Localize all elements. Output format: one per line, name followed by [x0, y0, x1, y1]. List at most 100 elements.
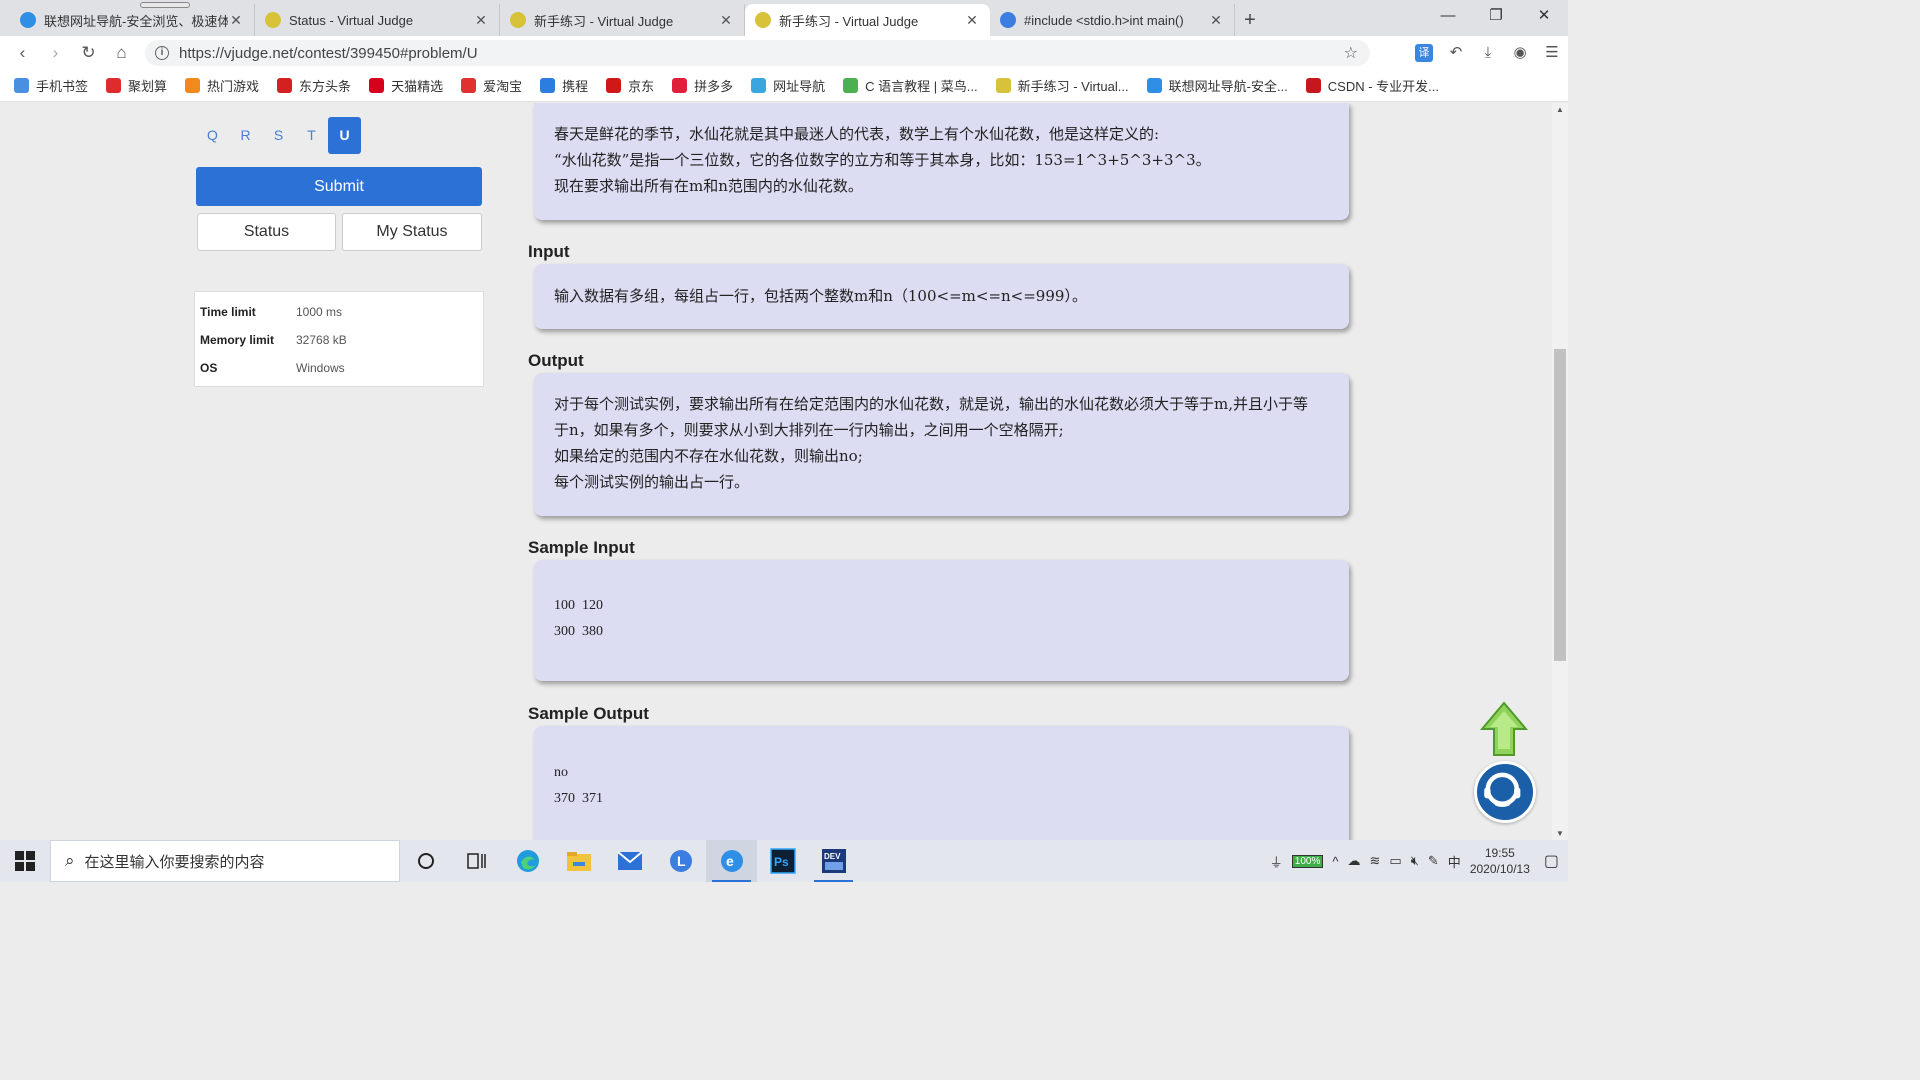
site-info-icon[interactable]: i [155, 46, 169, 60]
tab-close-icon[interactable]: ✕ [473, 12, 489, 29]
problem-page: QRSTU Submit Status My Status Time limit… [0, 103, 1552, 840]
download-icon[interactable]: ⤓ [1472, 40, 1504, 66]
battery-icon[interactable]: ▭ [1389, 853, 1401, 869]
chevron-up-icon[interactable]: ^ [1332, 854, 1338, 869]
address-bar[interactable]: i https://vjudge.net/contest/399450#prob… [145, 40, 1370, 66]
dev-cpp-icon[interactable]: DEV [808, 840, 859, 882]
cloud-icon[interactable]: ☁ [1347, 853, 1360, 869]
window-controls: — ❐ ✕ [1424, 0, 1568, 32]
photoshop-icon[interactable]: Ps [757, 840, 808, 882]
bookmark-item[interactable]: C 语言教程 | 菜鸟... [843, 76, 978, 95]
scrollbar-thumb[interactable] [1554, 349, 1566, 661]
forward-icon[interactable]: › [39, 43, 72, 63]
problem-letter-s[interactable]: S [262, 117, 295, 154]
close-window-icon[interactable]: ✕ [1520, 0, 1568, 32]
bookmark-item[interactable]: 京东 [606, 76, 654, 95]
task-view-icon[interactable] [451, 840, 502, 882]
bookmark-item[interactable]: 热门游戏 [185, 76, 259, 95]
power-plug-icon[interactable]: ⏚ [1270, 852, 1283, 871]
mail-icon[interactable] [604, 840, 655, 882]
output-panel: 对于每个测试实例，要求输出所有在给定范围内的水仙花数，就是说，输出的水仙花数必须… [534, 373, 1349, 516]
lenovo-browser-icon[interactable]: e [706, 840, 757, 882]
file-explorer-icon[interactable] [553, 840, 604, 882]
pen-icon[interactable]: ✎ [1428, 853, 1439, 869]
edge-browser-icon[interactable] [502, 840, 553, 882]
bookmark-favicon-icon [1146, 78, 1162, 93]
status-button[interactable]: Status [197, 213, 336, 251]
tab-close-icon[interactable]: ✕ [718, 12, 734, 29]
browser-tab[interactable]: 新手练习 - Virtual Judge ✕ [745, 4, 990, 36]
description-line: “水仙花数”是指一个三位数，它的各位数字的立方和等于其本身，比如：153=1^3… [554, 151, 1211, 169]
browser-tab[interactable]: Status - Virtual Judge ✕ [255, 4, 500, 36]
bookmark-item[interactable]: 爱淘宝 [461, 76, 522, 95]
submit-button[interactable]: Submit [196, 167, 482, 206]
taskbar-search-box[interactable]: ⌕ 在这里输入你要搜索的内容 [50, 840, 400, 882]
tab-title: #include <stdio.h>int main() [1024, 12, 1184, 28]
bookmark-item[interactable]: 新手练习 - Virtual... [995, 76, 1129, 95]
new-tab-button[interactable]: + [1235, 4, 1265, 36]
bookmark-item[interactable]: 拼多多 [672, 76, 733, 95]
sample-input-line: 300 380 [554, 624, 603, 639]
windows-start-icon[interactable] [0, 851, 50, 871]
back-icon[interactable]: ‹ [6, 43, 39, 63]
limit-key: OS [200, 361, 218, 375]
volume-muted-icon[interactable]: 🔇︎ [1411, 853, 1419, 869]
my-status-button[interactable]: My Status [342, 213, 482, 251]
bookmark-item[interactable]: 天猫精选 [369, 76, 443, 95]
home-icon[interactable]: ⌂ [105, 43, 138, 63]
ime-indicator[interactable]: 中 [1448, 852, 1461, 871]
scroll-to-top-icon[interactable] [1480, 701, 1528, 757]
problem-letter-r[interactable]: R [229, 117, 262, 154]
reload-icon[interactable]: ↻ [72, 43, 105, 63]
taskbar-clock[interactable]: 19:55 2020/10/13 [1470, 845, 1530, 877]
undo-icon[interactable]: ↶ [1440, 40, 1472, 66]
account-icon[interactable]: ◉ [1504, 40, 1536, 66]
sample-output-panel: no 370 371 [534, 726, 1349, 840]
bookmark-label: 聚划算 [128, 79, 168, 94]
tab-close-icon[interactable]: ✕ [228, 12, 244, 29]
bookmark-item[interactable]: 东方头条 [277, 76, 351, 95]
tab-title: 联想网址导航-安全浏览、极速体 [44, 13, 228, 29]
address-toolbar: ‹ › ↻ ⌂ i https://vjudge.net/contest/399… [0, 36, 1568, 70]
cortana-icon[interactable] [400, 840, 451, 882]
tab-close-icon[interactable]: ✕ [964, 12, 980, 29]
bookmark-item[interactable]: 聚划算 [106, 76, 167, 95]
bookmark-item[interactable]: 携程 [540, 76, 588, 95]
scroll-up-icon[interactable]: ▲ [1552, 105, 1568, 114]
battery-indicator[interactable]: 100% [1291, 854, 1324, 868]
browser-tab[interactable]: 联想网址导航-安全浏览、极速体 ✕ [10, 4, 255, 36]
sample-output-line: 370 371 [554, 791, 603, 806]
restore-icon[interactable]: ❐ [1472, 0, 1520, 32]
notification-icon[interactable]: ▢ [1544, 851, 1559, 871]
bookmark-item[interactable]: 手机书签 [14, 76, 88, 95]
svg-text:Ps: Ps [774, 855, 789, 869]
minimize-icon[interactable]: — [1424, 0, 1472, 32]
clock-time: 19:55 [1484, 846, 1515, 860]
bookmark-item[interactable]: 联想网址导航-安全... [1146, 76, 1288, 95]
limit-value: 1000 ms [296, 305, 343, 319]
support-chat-icon[interactable] [1474, 761, 1536, 823]
problem-letter-q[interactable]: Q [196, 117, 229, 154]
bookmark-label: 爱淘宝 [483, 79, 523, 94]
url-text: https://vjudge.net/contest/399450#proble… [179, 44, 478, 62]
description-line: 春天是鲜花的季节，水仙花就是其中最迷人的代表，数学上有个水仙花数，他是这样定义的… [554, 125, 1160, 143]
translate-icon[interactable]: 译 [1415, 44, 1433, 62]
bookmark-item[interactable]: CSDN - 专业开发... [1305, 76, 1439, 95]
sample-input-line: 100 120 [554, 598, 603, 613]
page-scrollbar[interactable]: ▲ ▼ [1552, 103, 1568, 840]
bookmark-item[interactable]: 网址导航 [751, 76, 825, 95]
output-title: Output [528, 351, 584, 370]
menu-icon[interactable]: ☰ [1536, 40, 1568, 66]
problem-letter-t[interactable]: T [295, 117, 328, 154]
bookmark-star-icon[interactable]: ☆ [1344, 43, 1358, 63]
output-line: 每个测试实例的输出占一行。 [554, 473, 750, 491]
browser-tab[interactable]: #include <stdio.h>int main() ✕ [990, 4, 1235, 36]
scroll-down-icon[interactable]: ▼ [1552, 829, 1568, 838]
l-app-icon[interactable]: L [655, 840, 706, 882]
problem-letter-u[interactable]: U [328, 117, 361, 154]
tab-close-icon[interactable]: ✕ [1208, 12, 1224, 29]
limit-value: 32768 kB [296, 333, 347, 347]
bookmark-label: 网址导航 [773, 79, 826, 94]
wifi-icon[interactable]: ≋ [1369, 853, 1380, 869]
browser-tab[interactable]: 新手练习 - Virtual Judge ✕ [500, 4, 745, 36]
